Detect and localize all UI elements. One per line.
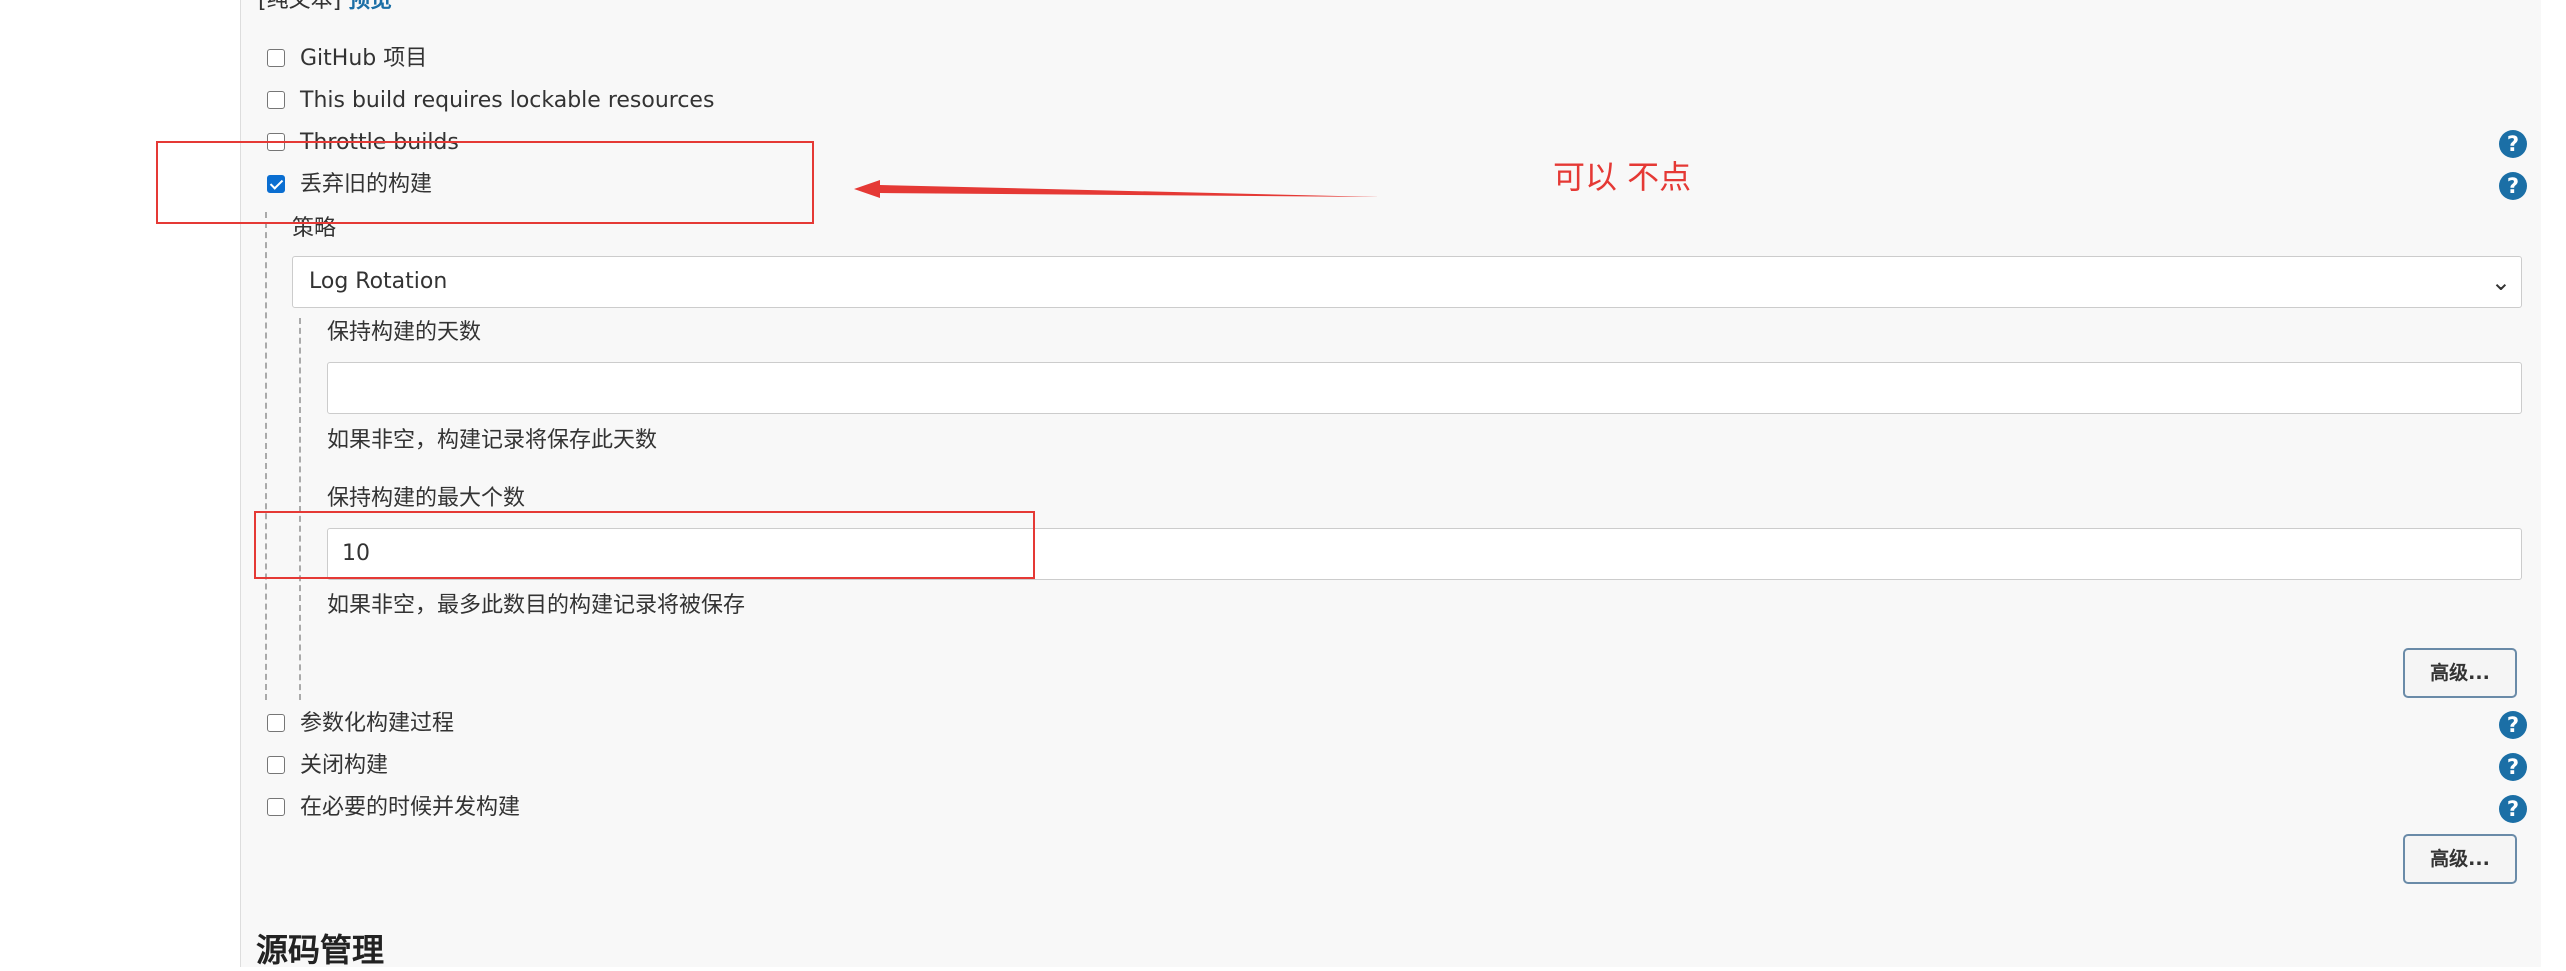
lockable-resources-label: This build requires lockable resources xyxy=(300,88,715,113)
disable-build-checkbox[interactable] xyxy=(267,756,285,774)
parameterized-build-help-icon[interactable]: ? xyxy=(2499,711,2527,739)
annotation-arrow xyxy=(854,180,1380,198)
discard-section-guide-line xyxy=(265,212,267,700)
annotation-note: 可以 不点 xyxy=(1553,158,1692,196)
chevron-down-icon: ⌄ xyxy=(2490,268,2511,296)
concurrent-build-label: 在必要的时候并发构建 xyxy=(300,795,521,820)
parameterized-build-checkbox[interactable] xyxy=(267,714,285,732)
source-code-management-heading: 源码管理 xyxy=(256,931,385,969)
annotation-box-max-builds xyxy=(254,511,1035,579)
disable-build-help-icon[interactable]: ? xyxy=(2499,753,2527,781)
max-builds-description: 如果非空，最多此数目的构建记录将被保存 xyxy=(327,593,746,618)
description-format-line: [纯文本] 预览 xyxy=(258,0,392,14)
annotation-box-discard xyxy=(156,141,814,224)
github-project-label: GitHub 项目 xyxy=(300,46,428,71)
max-builds-label: 保持构建的最大个数 xyxy=(327,486,526,511)
days-to-keep-label: 保持构建的天数 xyxy=(327,320,482,345)
days-to-keep-description: 如果非空，构建记录将保存此天数 xyxy=(327,428,658,453)
annotation-arrow-shape xyxy=(854,180,1380,198)
disable-build-label: 关闭构建 xyxy=(300,753,389,778)
discard-old-builds-help-icon[interactable]: ? xyxy=(2499,172,2527,200)
raw-text-label: [纯文本] xyxy=(258,0,342,13)
concurrent-build-help-icon[interactable]: ? xyxy=(2499,795,2527,823)
log-rotation-guide-line xyxy=(299,318,301,700)
strategy-select[interactable]: Log Rotation ⌄ xyxy=(292,256,2522,308)
concurrent-build-checkbox[interactable] xyxy=(267,798,285,816)
days-to-keep-input[interactable] xyxy=(327,362,2522,414)
lockable-resources-checkbox[interactable] xyxy=(267,91,285,109)
discard-advanced-button[interactable]: 高级... xyxy=(2403,648,2517,698)
strategy-selected-value: Log Rotation xyxy=(309,269,448,294)
parameterized-build-label: 参数化构建过程 xyxy=(300,711,455,736)
preview-link[interactable]: 预览 xyxy=(348,0,392,13)
throttle-builds-help-icon[interactable]: ? xyxy=(2499,130,2527,158)
general-advanced-button[interactable]: 高级... xyxy=(2403,834,2517,884)
github-project-checkbox[interactable] xyxy=(267,49,285,67)
